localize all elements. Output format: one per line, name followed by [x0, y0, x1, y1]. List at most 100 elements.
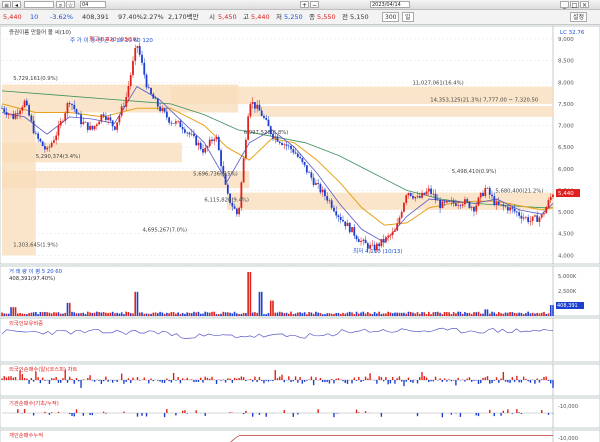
- net-buy-bar: [26, 378, 28, 380]
- volume-profile-annotation: 5,290,374(3.4%): [36, 154, 81, 160]
- net-buy-bar: [238, 377, 240, 380]
- toolbar: ≡ ◂ ⌕ ☆ 04 + − 2023/04/14 _ □ ×: [0, 0, 600, 10]
- net-buy-bar: [62, 378, 64, 380]
- code-input[interactable]: 04: [80, 1, 106, 8]
- net-buy-bar: [78, 380, 80, 382]
- net-buy-bar: [111, 380, 114, 383]
- net-buy-bar: [55, 377, 57, 380]
- volume-bar: [84, 314, 87, 316]
- volume-bar: [457, 311, 459, 316]
- date-input[interactable]: 2023/04/14: [370, 1, 410, 8]
- volume-bar: [319, 312, 322, 316]
- star-icon[interactable]: ☆: [66, 1, 75, 9]
- volume-bar: [159, 311, 161, 316]
- net-buy-bar: [204, 376, 206, 380]
- net-buy-bar: [270, 380, 272, 381]
- candle-body: [531, 216, 534, 221]
- volume-bar: [407, 311, 410, 316]
- net-buy-bar: [220, 380, 222, 381]
- volume-bar: [351, 312, 353, 316]
- candle-body: [328, 200, 331, 202]
- search-icon[interactable]: ⌕: [56, 1, 65, 9]
- volume-bar: [326, 313, 328, 316]
- indicator-tick-label: -10,000: [558, 404, 578, 410]
- net-buy-bar: [265, 380, 267, 381]
- maximize-button[interactable]: □: [570, 1, 579, 9]
- net-buy-bar: [71, 379, 73, 380]
- prev-button[interactable]: ◂: [12, 1, 21, 9]
- candle-body: [3, 108, 6, 112]
- net-buy-bar: [511, 413, 514, 414]
- candle-body: [7, 114, 10, 115]
- candle-body: [193, 133, 195, 136]
- candle-body: [5, 111, 8, 115]
- candle-body: [64, 113, 67, 121]
- candle-body: [445, 201, 448, 203]
- net-buy-bar: [292, 413, 295, 417]
- net-buy-bar: [516, 375, 518, 380]
- volume-bar: [172, 312, 175, 316]
- volume-bar: [484, 309, 487, 316]
- net-buy-bar: [8, 376, 10, 380]
- volume-bar: [41, 312, 44, 316]
- volume-bar: [434, 311, 437, 316]
- volume-bar: [353, 314, 356, 316]
- volume-bar: [389, 312, 392, 316]
- candle-body: [46, 147, 49, 150]
- net-buy-bar: [127, 378, 130, 380]
- candle-body: [443, 201, 446, 203]
- candle-body: [215, 137, 218, 140]
- settings-button[interactable]: 설정: [570, 12, 588, 22]
- volume-bar: [455, 313, 457, 316]
- candle-body: [549, 197, 552, 201]
- candle-body: [305, 165, 308, 173]
- net-buy-bar: [71, 413, 73, 416]
- price-zone-band: [2, 142, 182, 163]
- net-buy-bar: [32, 380, 35, 382]
- net-buy-bar: [394, 380, 396, 384]
- volume-bar: [333, 313, 335, 316]
- candle-body: [504, 206, 507, 207]
- net-buy-bar: [547, 413, 550, 415]
- volume-bar: [491, 311, 493, 316]
- prev-price: 5,150: [350, 13, 369, 21]
- volume-bar: [154, 312, 157, 316]
- period-select[interactable]: 300: [382, 12, 400, 22]
- candle-body: [249, 103, 252, 117]
- volume-bar: [132, 313, 134, 316]
- volume-bar: [511, 312, 514, 316]
- net-buy-bar: [283, 380, 285, 383]
- candle-body: [457, 205, 460, 206]
- zoom-out-button[interactable]: −: [310, 1, 319, 9]
- net-buy-bar: [236, 378, 238, 380]
- net-buy-bar: [500, 378, 502, 380]
- volume-bar: [263, 314, 265, 316]
- menu-button[interactable]: ≡: [2, 1, 11, 9]
- net-buy-bar: [407, 377, 410, 380]
- volume-bar: [391, 313, 394, 316]
- net-buy-bar: [425, 377, 428, 380]
- volume-bar: [272, 300, 274, 316]
- net-buy-bar: [355, 409, 358, 413]
- net-buy-bar: [547, 380, 550, 381]
- candle-body: [525, 217, 527, 218]
- indicator-tick-label: -10,000: [558, 436, 578, 442]
- chart-area[interactable]: 2022/0102030405060708091011122023/010203…: [0, 24, 600, 442]
- volume-bar: [285, 312, 288, 316]
- net-buy-bar: [179, 380, 182, 384]
- foreign-holding-panel: 외국인보유비중: [0, 317, 600, 363]
- candle-body: [89, 125, 91, 130]
- volume-bar: [452, 312, 455, 316]
- close-icon[interactable]: ×: [580, 1, 589, 9]
- net-buy-bar: [303, 380, 306, 382]
- stock-search-input[interactable]: [24, 1, 54, 8]
- minimize-button[interactable]: _: [560, 1, 569, 9]
- volume-bar: [346, 312, 349, 316]
- net-buy-bar: [455, 380, 457, 386]
- volume-bar: [281, 312, 283, 316]
- volume-bar: [507, 312, 509, 316]
- net-buy-bar: [541, 409, 543, 413]
- zoom-in-button[interactable]: +: [300, 1, 309, 9]
- day-type-button[interactable]: 일: [402, 12, 414, 22]
- net-buy-bar: [44, 380, 46, 381]
